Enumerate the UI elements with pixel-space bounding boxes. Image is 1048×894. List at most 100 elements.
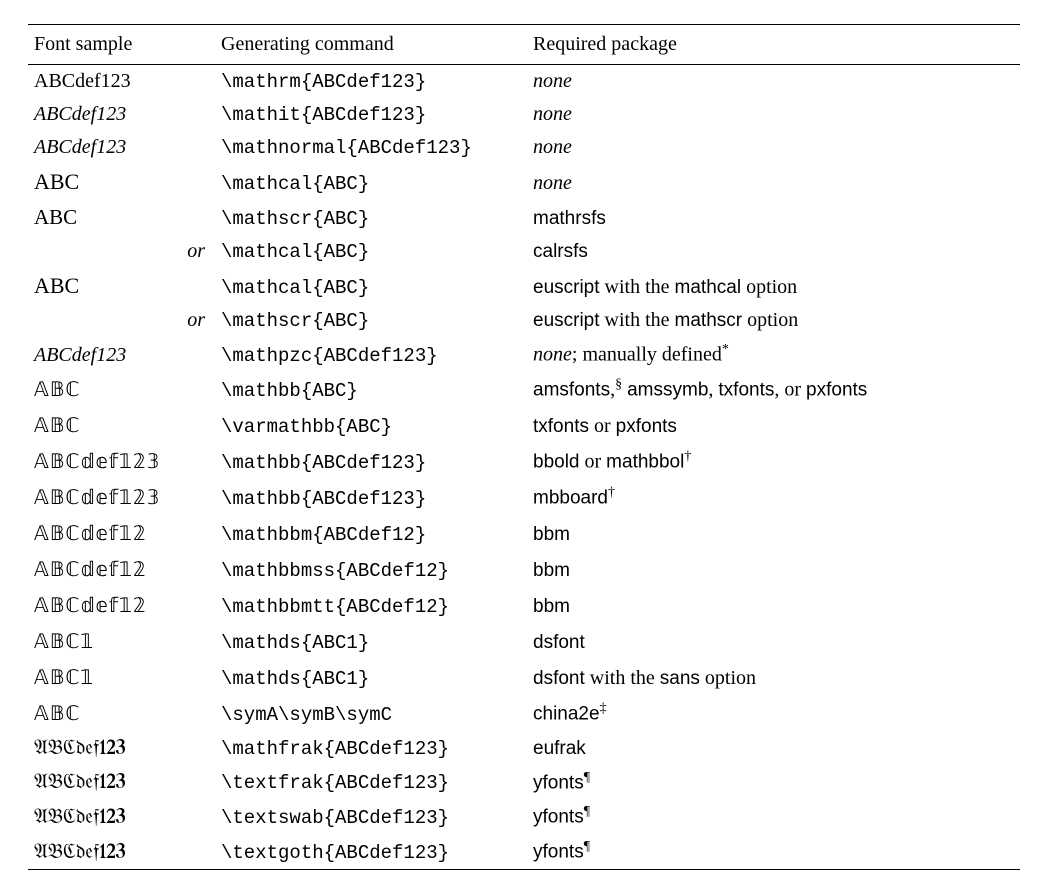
font-sample: 𝔸𝔹ℂ [28,372,215,408]
required-package: amsfonts,§ amssymb, txfonts, or pxfonts [527,372,1020,408]
footnote-mark: ¶ [584,839,590,854]
required-package: mbboard† [527,480,1020,516]
table-row: 𝔄𝔅ℭ𝔡𝔢𝔣123\textgoth{ABCdef123}yfonts¶ [28,834,1020,869]
math-alphabets-table: Font sample Generating command Required … [28,24,1020,870]
generating-command: \textgoth{ABCdef123} [215,834,527,869]
font-sample: 𝔸𝔹ℂ𝟙 [28,660,215,696]
required-package: none [527,131,1020,164]
required-package: none; manually defined* [527,337,1020,372]
generating-command: \varmathbb{ABC} [215,408,527,444]
footnote-mark: † [608,485,615,500]
table-row: 𝔄𝔅ℭ𝔡𝔢𝔣123\mathfrak{ABCdef123}eufrak [28,732,1020,765]
generating-command: \mathrm{ABCdef123} [215,65,527,99]
generating-command: \symA\symB\symC [215,696,527,732]
generating-command: \mathpzc{ABCdef123} [215,337,527,372]
or-label: or [28,235,215,268]
table-row: or\mathscr{ABC}euscript with the mathscr… [28,304,1020,337]
font-sample: 𝔸𝔹ℂ [28,408,215,444]
header-sample: Font sample [28,25,215,65]
table-row: 𝔸𝔹ℂ𝟙\mathds{ABC1}dsfont [28,624,1020,660]
required-package: txfonts or pxfonts [527,408,1020,444]
font-sample: 𝔸𝔹ℂ𝕕𝕖𝕗𝟙𝟚 [28,552,215,588]
required-package: yfonts¶ [527,799,1020,834]
generating-command: \mathbbmtt{ABCdef12} [215,588,527,624]
generating-command: \mathcal{ABC} [215,164,527,200]
table-row: ABCdef123\mathrm{ABCdef123}none [28,65,1020,99]
generating-command: \mathbb{ABC} [215,372,527,408]
table-row: ABC\mathcal{ABC}euscript with the mathca… [28,268,1020,304]
table-row: 𝔄𝔅ℭ𝔡𝔢𝔣123\textswab{ABCdef123}yfonts¶ [28,799,1020,834]
table-row: 𝔸𝔹ℂ\mathbb{ABC}amsfonts,§ amssymb, txfon… [28,372,1020,408]
required-package: calrsfs [527,235,1020,268]
required-package: euscript with the mathscr option [527,304,1020,337]
generating-command: \mathbbm{ABCdef12} [215,516,527,552]
footnote-mark: ¶ [584,804,590,819]
header-package: Required package [527,25,1020,65]
font-sample: 𝔸𝔹ℂ𝕕𝕖𝕗𝟙𝟚 [28,516,215,552]
or-label: or [28,304,215,337]
table-row: 𝔸𝔹ℂ𝕕𝕖𝕗𝟙𝟚𝟛\mathbb{ABCdef123}bbold or math… [28,444,1020,480]
table-row: 𝔸𝔹ℂ𝕕𝕖𝕗𝟙𝟚\mathbbm{ABCdef12}bbm [28,516,1020,552]
font-sample: 𝔸𝔹ℂ𝕕𝕖𝕗𝟙𝟚𝟛 [28,444,215,480]
table-row: 𝔸𝔹ℂ𝕕𝕖𝕗𝟙𝟚𝟛\mathbb{ABCdef123}mbboard† [28,480,1020,516]
footnote-mark: * [722,342,729,357]
font-sample: 𝔄𝔅ℭ𝔡𝔢𝔣123 [28,765,215,800]
generating-command: \mathnormal{ABCdef123} [215,131,527,164]
required-package: dsfont [527,624,1020,660]
required-package: euscript with the mathcal option [527,268,1020,304]
required-package: dsfont with the sans option [527,660,1020,696]
table-row: 𝔸𝔹ℂ𝕕𝕖𝕗𝟙𝟚\mathbbmtt{ABCdef12}bbm [28,588,1020,624]
required-package: bbm [527,516,1020,552]
font-sample: 𝔄𝔅ℭ𝔡𝔢𝔣123 [28,799,215,834]
footnote-mark: † [684,449,691,464]
generating-command: \mathds{ABC1} [215,624,527,660]
header-row: Font sample Generating command Required … [28,25,1020,65]
table-row: ABCdef123\mathpzc{ABCdef123}none; manual… [28,337,1020,372]
generating-command: \textfrak{ABCdef123} [215,765,527,800]
generating-command: \mathscr{ABC} [215,304,527,337]
font-sample: ABC [28,268,215,304]
required-package: eufrak [527,732,1020,765]
required-package: bbold or mathbbol† [527,444,1020,480]
table-row: 𝔸𝔹ℂ\varmathbb{ABC}txfonts or pxfonts [28,408,1020,444]
font-sample: 𝔸𝔹ℂ [28,696,215,732]
table-row: 𝔄𝔅ℭ𝔡𝔢𝔣123\textfrak{ABCdef123}yfonts¶ [28,765,1020,800]
required-package: none [527,65,1020,99]
font-sample: 𝔸𝔹ℂ𝕕𝕖𝕗𝟙𝟚𝟛 [28,480,215,516]
font-sample: 𝔸𝔹ℂ𝟙 [28,624,215,660]
font-sample: ABC [28,164,215,200]
generating-command: \mathcal{ABC} [215,235,527,268]
generating-command: \textswab{ABCdef123} [215,799,527,834]
footnote-mark: ‡ [600,701,607,716]
font-sample: 𝔸𝔹ℂ𝕕𝕖𝕗𝟙𝟚 [28,588,215,624]
font-sample: 𝔄𝔅ℭ𝔡𝔢𝔣123 [28,732,215,765]
footnote-mark: ¶ [584,770,590,785]
table-body: ABCdef123\mathrm{ABCdef123}noneABCdef123… [28,65,1020,870]
table-row: 𝔸𝔹ℂ𝕕𝕖𝕗𝟙𝟚\mathbbmss{ABCdef12}bbm [28,552,1020,588]
generating-command: \mathscr{ABC} [215,200,527,235]
required-package: bbm [527,588,1020,624]
generating-command: \mathbb{ABCdef123} [215,444,527,480]
generating-command: \mathcal{ABC} [215,268,527,304]
required-package: yfonts¶ [527,834,1020,869]
required-package: none [527,98,1020,131]
header-command: Generating command [215,25,527,65]
table-row: ABC\mathcal{ABC}none [28,164,1020,200]
table-row: ABCdef123\mathit{ABCdef123}none [28,98,1020,131]
required-package: none [527,164,1020,200]
generating-command: \mathit{ABCdef123} [215,98,527,131]
generating-command: \mathfrak{ABCdef123} [215,732,527,765]
table-row: or\mathcal{ABC}calrsfs [28,235,1020,268]
font-sample: ABC [28,200,215,235]
font-sample: ABCdef123 [28,65,215,99]
generating-command: \mathds{ABC1} [215,660,527,696]
required-package: mathrsfs [527,200,1020,235]
generating-command: \mathbb{ABCdef123} [215,480,527,516]
required-package: yfonts¶ [527,765,1020,800]
generating-command: \mathbbmss{ABCdef12} [215,552,527,588]
font-sample: ABCdef123 [28,131,215,164]
table-row: 𝔸𝔹ℂ\symA\symB\symCchina2e‡ [28,696,1020,732]
table-row: ABCdef123\mathnormal{ABCdef123}none [28,131,1020,164]
table-row: 𝔸𝔹ℂ𝟙\mathds{ABC1}dsfont with the sans op… [28,660,1020,696]
required-package: china2e‡ [527,696,1020,732]
